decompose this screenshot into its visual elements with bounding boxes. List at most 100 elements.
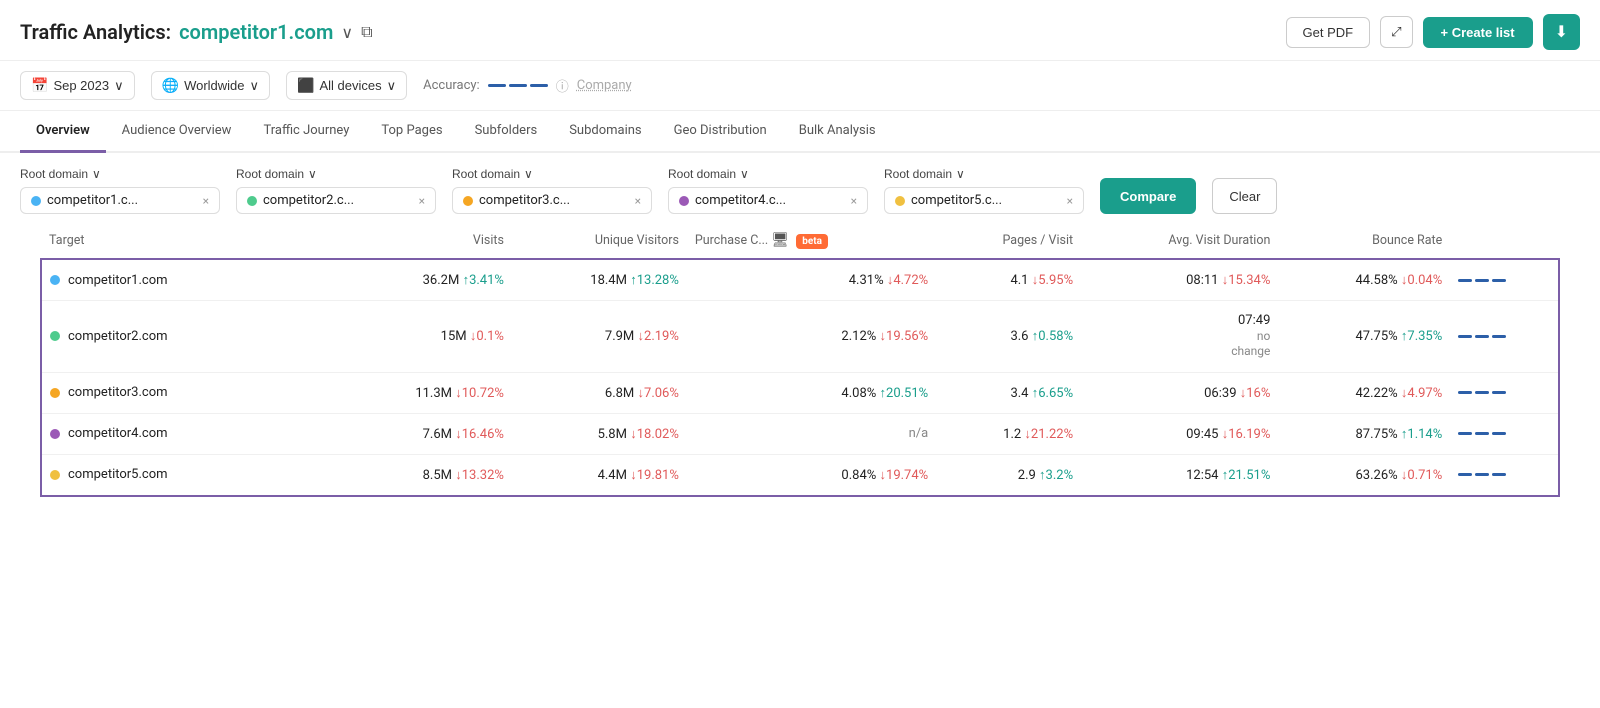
domain-close-4[interactable]: × [851, 194, 857, 208]
title-chevron-icon[interactable]: ∨ [341, 23, 353, 42]
row-dot [50, 429, 60, 439]
domain-title[interactable]: competitor1.com [179, 20, 333, 44]
root-domain-chevron-4: ∨ [740, 167, 749, 181]
col-bounce-rate: Bounce Rate [1278, 222, 1450, 259]
visits-cell: 11.3M ↓10.72% [337, 372, 512, 413]
domain-label: competitor5.com [68, 467, 168, 482]
tab-top-pages[interactable]: Top Pages [365, 111, 458, 153]
visits-cell: 7.6M ↓16.46% [337, 413, 512, 454]
calendar-icon: 📅 [31, 77, 48, 94]
col-sparkline [1450, 222, 1559, 259]
domain-tag-5: competitor5.c... × [884, 187, 1084, 214]
col-avg-duration: Avg. Visit Duration [1081, 222, 1278, 259]
root-domain-selector-1[interactable]: Root domain ∨ [20, 167, 220, 181]
domain-tag-1: competitor1.c... × [20, 187, 220, 214]
row-dot [50, 331, 60, 341]
table-row: competitor3.com 11.3M ↓10.72% 6.8M ↓7.06… [41, 372, 1559, 413]
sparkline [1458, 432, 1550, 435]
geo-filter[interactable]: 🌐 Worldwide ∨ [151, 71, 270, 100]
domain-tag-3: competitor3.c... × [452, 187, 652, 214]
top-actions: Get PDF ⤢ + Create list ⬇ [1286, 14, 1580, 50]
geo-filter-label: Worldwide [184, 78, 244, 93]
target-cell: competitor3.com [41, 372, 337, 413]
duration-cell: 07:49 nochange [1081, 301, 1278, 373]
create-list-button[interactable]: + Create list [1423, 17, 1533, 48]
device-chevron-icon: ∨ [387, 78, 397, 94]
col-pages-visit: Pages / Visit [936, 222, 1081, 259]
root-domain-selector-5[interactable]: Root domain ∨ [884, 167, 1084, 181]
pages-cell: 3.6 ↑0.58% [936, 301, 1081, 373]
domain-name-3: competitor3.c... [479, 193, 570, 208]
domain-col-1: Root domain ∨ competitor1.c... × [20, 167, 220, 214]
domain-close-1[interactable]: × [203, 194, 209, 208]
sparkline-cell [1450, 454, 1559, 496]
domain-selectors: Root domain ∨ competitor1.c... × Root do… [0, 153, 1600, 222]
monitor-icon: 🖥 [771, 232, 789, 248]
domain-name-1: competitor1.c... [47, 193, 138, 208]
tab-overview[interactable]: Overview [20, 111, 106, 153]
clear-button[interactable]: Clear [1212, 178, 1277, 214]
row-dot [50, 388, 60, 398]
sparkline [1458, 335, 1550, 338]
download-button[interactable]: ⬇ [1543, 14, 1580, 50]
duration-cell: 06:39 ↓16% [1081, 372, 1278, 413]
root-domain-chevron-5: ∨ [956, 167, 965, 181]
domain-name-4: competitor4.c... [695, 193, 786, 208]
tab-traffic-journey[interactable]: Traffic Journey [247, 111, 365, 153]
company-label[interactable]: Company [577, 78, 632, 93]
sparkline [1458, 473, 1550, 476]
bounce-cell: 47.75% ↑7.35% [1278, 301, 1450, 373]
accuracy-dashes [488, 84, 548, 87]
table-row: competitor1.com 36.2M ↑3.41% 18.4M ↑13.2… [41, 259, 1559, 301]
tab-subfolders[interactable]: Subfolders [459, 111, 554, 153]
domain-close-3[interactable]: × [635, 194, 641, 208]
unique-cell: 6.8M ↓7.06% [512, 372, 687, 413]
geo-chevron-icon: ∨ [250, 78, 260, 94]
table-row: competitor4.com 7.6M ↓16.46% 5.8M ↓18.02… [41, 413, 1559, 454]
purchase-cell: n/a [687, 413, 936, 454]
visits-cell: 36.2M ↑3.41% [337, 259, 512, 301]
domain-name-2: competitor2.c... [263, 193, 354, 208]
device-filter-label: All devices [319, 78, 381, 93]
bounce-cell: 63.26% ↓0.71% [1278, 454, 1450, 496]
table-row: competitor2.com 15M ↓0.1% 7.9M ↓2.19% 2.… [41, 301, 1559, 373]
date-filter[interactable]: 📅 Sep 2023 ∨ [20, 71, 135, 100]
domain-dot-2 [247, 196, 257, 206]
title-area: Traffic Analytics: competitor1.com ∨ ⧉ [20, 20, 373, 44]
sparkline-cell [1450, 259, 1559, 301]
domain-label: competitor1.com [68, 273, 168, 288]
tab-subdomains[interactable]: Subdomains [553, 111, 657, 153]
sparkline-cell [1450, 301, 1559, 373]
target-cell: competitor5.com [41, 454, 337, 496]
tab-audience-overview[interactable]: Audience Overview [106, 111, 248, 153]
root-domain-selector-2[interactable]: Root domain ∨ [236, 167, 436, 181]
get-pdf-button[interactable]: Get PDF [1286, 17, 1371, 48]
tab-bulk-analysis[interactable]: Bulk Analysis [783, 111, 892, 153]
expand-button[interactable]: ⤢ [1380, 16, 1412, 48]
domain-tag-2: competitor2.c... × [236, 187, 436, 214]
compare-button[interactable]: Compare [1100, 178, 1196, 214]
top-bar: Traffic Analytics: competitor1.com ∨ ⧉ G… [0, 0, 1600, 61]
root-domain-selector-4[interactable]: Root domain ∨ [668, 167, 868, 181]
bounce-cell: 44.58% ↓0.04% [1278, 259, 1450, 301]
root-domain-label-1: Root domain [20, 167, 88, 181]
domain-close-5[interactable]: × [1067, 194, 1073, 208]
external-link-icon[interactable]: ⧉ [361, 22, 372, 42]
duration-cell: 09:45 ↓16.19% [1081, 413, 1278, 454]
unique-cell: 18.4M ↑13.28% [512, 259, 687, 301]
pages-cell: 3.4 ↑6.65% [936, 372, 1081, 413]
purchase-cell: 0.84% ↓19.74% [687, 454, 936, 496]
purchase-cell: 2.12% ↓19.56% [687, 301, 936, 373]
root-domain-selector-3[interactable]: Root domain ∨ [452, 167, 652, 181]
row-dot [50, 470, 60, 480]
table-row: competitor5.com 8.5M ↓13.32% 4.4M ↓19.81… [41, 454, 1559, 496]
tab-geo-distribution[interactable]: Geo Distribution [658, 111, 783, 153]
device-filter[interactable]: ⬛ All devices ∨ [286, 71, 407, 100]
domain-name-5: competitor5.c... [911, 193, 1002, 208]
domain-close-2[interactable]: × [419, 194, 425, 208]
domain-col-3: Root domain ∨ competitor3.c... × [452, 167, 652, 214]
bounce-cell: 42.22% ↓4.97% [1278, 372, 1450, 413]
page-title-prefix: Traffic Analytics: [20, 20, 171, 44]
globe-icon: 🌐 [162, 77, 179, 94]
sparkline-cell [1450, 413, 1559, 454]
